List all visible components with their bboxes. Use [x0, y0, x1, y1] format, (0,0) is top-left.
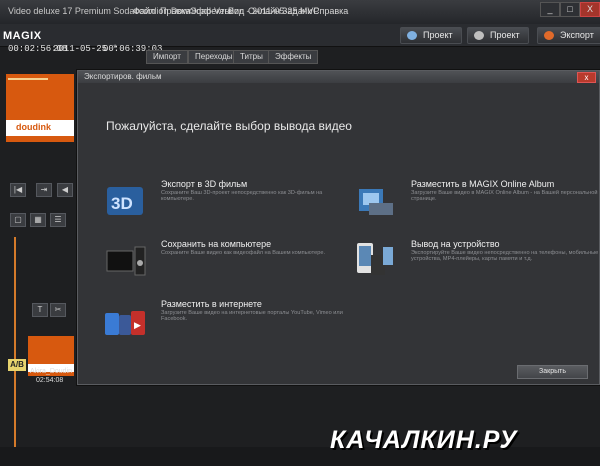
clip-name: Akira_Doudin — [30, 368, 73, 375]
tab-effects[interactable]: Эффекты — [268, 50, 319, 64]
dialog-close-icon[interactable]: x — [577, 72, 596, 83]
export-button-label: Экспорт — [560, 30, 594, 40]
option-online-album-desc: Загрузите Ваше видео в MAGIX Online Albu… — [411, 190, 598, 203]
option-device-output[interactable]: Вывод на устройство Экспортируйте Ваше в… — [353, 239, 598, 283]
online-album-icon — [359, 189, 393, 215]
cut-tool-icon[interactable]: ✂ — [50, 303, 66, 317]
dialog-title: Экспортиров. фильм — [84, 72, 162, 81]
export-button[interactable]: Экспорт — [537, 27, 600, 44]
menu-help[interactable]: Справка — [313, 6, 348, 16]
ab-badge: A/B — [8, 359, 26, 371]
computer-icon — [106, 246, 146, 276]
device-icon — [357, 243, 393, 275]
disc-icon — [474, 31, 484, 40]
option-save-computer-label: Сохранить на компьютере — [161, 239, 272, 249]
step-icon[interactable]: ⇥ — [36, 183, 52, 197]
menu-online[interactable]: Онлайн — [248, 6, 280, 16]
option-save-computer[interactable]: Сохранить на компьютере Сохраните Ваше в… — [103, 239, 333, 283]
maximize-button[interactable]: □ — [560, 2, 580, 17]
project-button-2-label: Проект — [490, 30, 520, 40]
minimize-button[interactable]: _ — [540, 2, 560, 17]
option-online-album[interactable]: Разместить в MAGIX Online Album Загрузит… — [353, 179, 598, 223]
option-export-3d-desc: Сохраните Ваш 3D-проект непосредственно … — [161, 190, 323, 203]
dialog-heading: Пожалуйста, сделайте выбор вывода видео — [106, 119, 352, 133]
option-device-output-label: Вывод на устройство — [411, 239, 500, 249]
list-icon[interactable]: ☰ — [50, 213, 66, 227]
view-mode-icon[interactable]: ▢ — [10, 213, 26, 227]
start-icon[interactable]: ◀ — [57, 183, 73, 197]
svg-text:3D: 3D — [111, 194, 133, 213]
close-window-button[interactable]: X — [580, 2, 600, 17]
option-publish-internet[interactable]: ▶ Разместить в интернете Загрузите Ваше … — [103, 299, 343, 343]
option-online-album-label: Разместить в MAGIX Online Album — [411, 179, 555, 189]
export-dialog: Экспортиров. фильм x Пожалуйста, сделайт… — [77, 70, 600, 385]
menu-edit[interactable]: Правка — [160, 6, 190, 16]
option-export-3d[interactable]: 3D Экспорт в 3D фильм Сохраните Ваш 3D-п… — [103, 179, 333, 223]
playhead-line — [14, 237, 16, 466]
option-save-computer-desc: Сохраните Ваше видео как видеофайл на Ва… — [161, 250, 325, 256]
grid-icon[interactable]: ▦ — [30, 213, 46, 227]
menu-file[interactable]: Файл — [133, 6, 155, 16]
preview-caption: doudink — [16, 122, 51, 132]
svg-text:▶: ▶ — [134, 320, 141, 330]
clip-time: 02:54:08 — [36, 377, 64, 384]
option-publish-internet-label: Разместить в интернете — [161, 299, 262, 309]
tab-transitions[interactable]: Переходы — [188, 50, 240, 64]
internet-icon: ▶ — [105, 311, 145, 335]
option-publish-internet-desc: Загрузите Ваше видео на интернетовые пор… — [161, 310, 343, 323]
option-export-3d-label: Экспорт в 3D фильм — [161, 179, 248, 189]
globe-icon — [407, 31, 417, 40]
video-preview[interactable]: doudink — [6, 74, 74, 142]
option-device-output-desc: Экспортируйте Ваше видео непосредственно… — [411, 250, 599, 263]
magix-logo: MAGIX — [3, 30, 42, 42]
menu-view[interactable]: Вид — [228, 6, 244, 16]
window-title-bar: Video deluxe 17 Premium Sodaccordion Dow… — [0, 0, 600, 25]
rewind-icon[interactable]: |◀ — [10, 183, 26, 197]
project-button-1-label: Проект — [423, 30, 453, 40]
menu-effects[interactable]: Эффекты — [190, 6, 231, 16]
project-button-2[interactable]: Проект — [467, 27, 529, 44]
project-button-1[interactable]: Проект — [400, 27, 462, 44]
3d-icon: 3D — [107, 187, 143, 215]
text-tool-icon[interactable]: T — [32, 303, 48, 317]
close-dialog-button[interactable]: Закрыть — [517, 365, 588, 379]
dialog-title-bar: Экспортиров. фильм x — [78, 71, 599, 83]
watermark: КАЧАЛКИН.РУ — [330, 426, 518, 454]
tab-titles[interactable]: Титры — [233, 50, 270, 64]
menu-tasks[interactable]: Задачи — [282, 6, 312, 16]
tab-import[interactable]: Импорт — [146, 50, 188, 64]
export-icon — [544, 31, 554, 40]
